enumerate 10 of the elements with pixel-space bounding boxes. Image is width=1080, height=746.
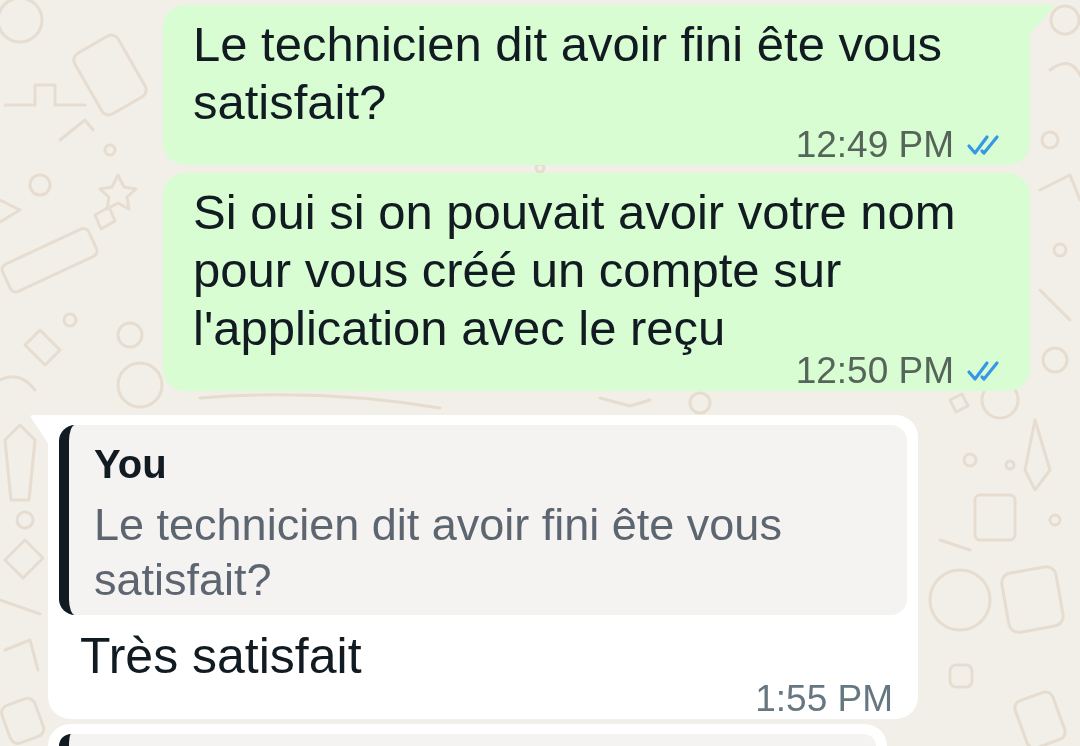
message-text: Le technicien dit avoir fini ête vous satisfait? bbox=[193, 16, 944, 131]
message-time: 1:55 PM bbox=[755, 685, 893, 713]
quoted-message[interactable]: You Le technicien dit avoir fini ête vous satisfait? bbox=[59, 425, 907, 615]
message-text: Si oui si on pouvait avoir votre nom pour vous créé un compte sur l'application avec le reçu bbox=[193, 184, 957, 357]
message-time: 12:49 PM bbox=[795, 131, 954, 159]
message-time: 12:50 PM bbox=[795, 357, 954, 385]
message-text: Très satisfait bbox=[79, 627, 363, 685]
quoted-message[interactable] bbox=[59, 734, 876, 746]
quote-text: Le technicien dit avoir fini ête vous satisfait? bbox=[94, 498, 783, 607]
quote-author: You bbox=[94, 441, 168, 488]
